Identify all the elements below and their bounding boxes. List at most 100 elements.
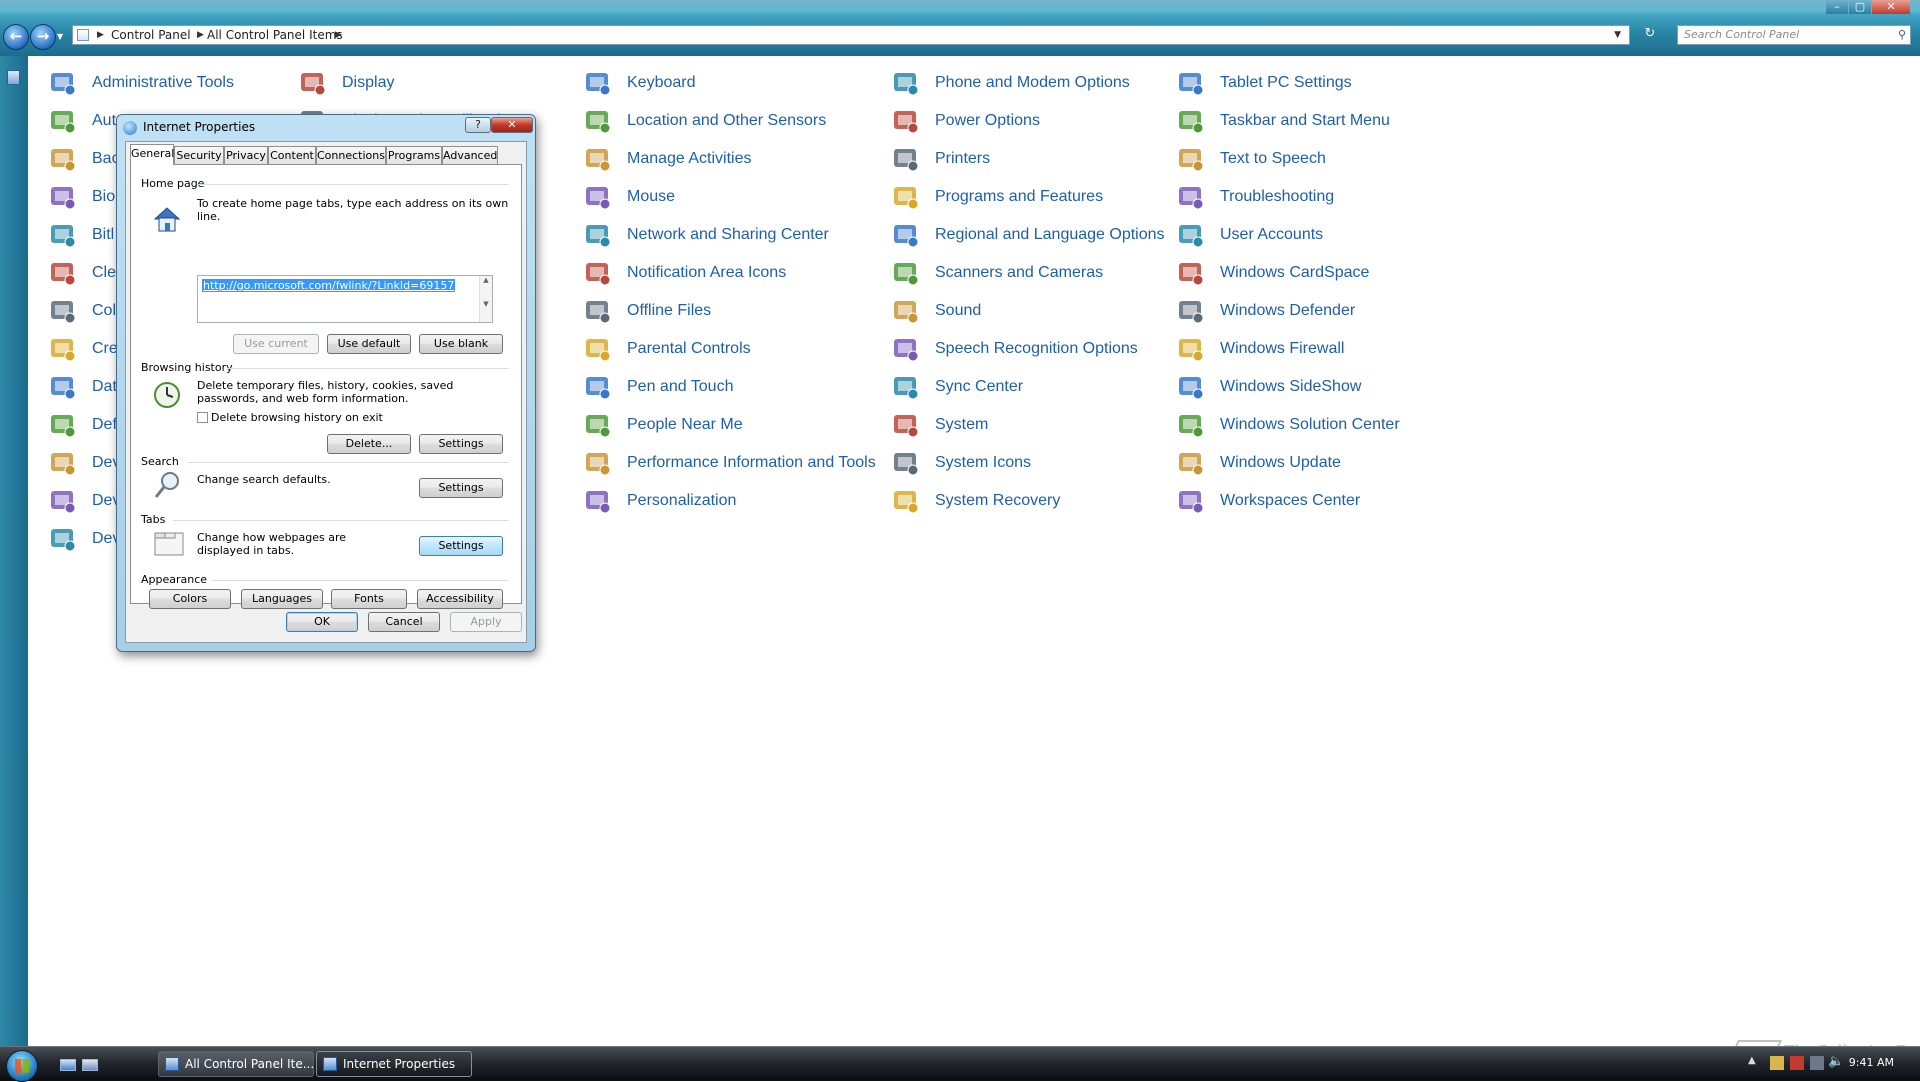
control-panel-item-label[interactable]: Manage Activities (627, 150, 752, 168)
back-button[interactable]: ← (3, 24, 29, 50)
refresh-icon[interactable]: ↻ (1639, 26, 1661, 44)
control-panel-item[interactable]: Programs and Features (891, 182, 1103, 212)
control-panel-item[interactable]: Phone and Modem Options (891, 68, 1130, 98)
control-panel-item-label[interactable]: Location and Other Sensors (627, 112, 826, 130)
control-panel-item-label[interactable]: Personalization (627, 492, 736, 510)
control-panel-item-label[interactable]: Def (92, 416, 117, 434)
control-panel-item-label[interactable]: Programs and Features (935, 188, 1103, 206)
control-panel-item-label[interactable]: Windows Defender (1220, 302, 1355, 320)
accessibility-button[interactable]: Accessibility (417, 589, 503, 609)
control-panel-item-label[interactable]: Notification Area Icons (627, 264, 786, 282)
breadcrumb-separator-icon[interactable]: ▶ (97, 26, 104, 44)
use-blank-button[interactable]: Use blank (419, 334, 503, 354)
url-scrollbar[interactable]: ▲ ▼ (479, 276, 492, 322)
control-panel-item-label[interactable]: People Near Me (627, 416, 743, 434)
breadcrumb-all-items[interactable]: All Control Panel Items (207, 26, 343, 44)
tab-content[interactable]: Content (268, 146, 316, 164)
tray-security-icon[interactable] (1790, 1056, 1804, 1070)
control-panel-item[interactable]: Troubleshooting (1176, 182, 1334, 212)
control-panel-item-label[interactable]: Troubleshooting (1220, 188, 1334, 206)
control-panel-item[interactable]: Def (48, 410, 117, 440)
control-panel-item[interactable]: People Near Me (583, 410, 743, 440)
breadcrumb-separator-icon[interactable]: ▶ (197, 26, 204, 44)
maximize-button[interactable]: ▢ (1849, 0, 1871, 14)
task-pane-icon[interactable] (7, 70, 20, 85)
tab-security[interactable]: Security (174, 146, 224, 164)
control-panel-item[interactable]: Parental Controls (583, 334, 751, 364)
address-dropdown-icon[interactable]: ▼ (1614, 26, 1621, 44)
control-panel-item-label[interactable]: Windows SideShow (1220, 378, 1361, 396)
control-panel-item-label[interactable]: Sound (935, 302, 981, 320)
control-panel-item[interactable]: Windows Update (1176, 448, 1341, 478)
scroll-down-icon[interactable]: ▼ (483, 300, 488, 308)
home-page-url-input[interactable]: http://go.microsoft.com/fwlink/?LinkId=6… (197, 275, 493, 323)
help-button[interactable]: ? (465, 117, 491, 133)
control-panel-item[interactable]: Regional and Language Options (891, 220, 1165, 250)
control-panel-item-label[interactable]: Power Options (935, 112, 1040, 130)
breadcrumb-separator-icon[interactable]: ▶ (335, 26, 342, 44)
control-panel-item[interactable]: Dev (48, 486, 120, 516)
control-panel-item-label[interactable]: Offline Files (627, 302, 711, 320)
control-panel-item-label[interactable]: Workspaces Center (1220, 492, 1360, 510)
colors-button[interactable]: Colors (149, 589, 231, 609)
control-panel-item-label[interactable]: Tablet PC Settings (1220, 74, 1352, 92)
control-panel-item[interactable]: Col (48, 296, 116, 326)
tab-advanced[interactable]: Advanced (442, 146, 498, 164)
control-panel-item-label[interactable]: Windows Firewall (1220, 340, 1344, 358)
control-panel-item[interactable]: Personalization (583, 486, 736, 516)
control-panel-item-label[interactable]: Cre (92, 340, 118, 358)
control-panel-item-label[interactable]: Scanners and Cameras (935, 264, 1103, 282)
show-desktop-icon[interactable] (60, 1059, 76, 1071)
search-icon[interactable]: ⚲ (1898, 26, 1906, 44)
control-panel-item[interactable]: Windows Solution Center (1176, 410, 1400, 440)
control-panel-item[interactable]: Speech Recognition Options (891, 334, 1138, 364)
control-panel-item-label[interactable]: System Recovery (935, 492, 1060, 510)
control-panel-item[interactable]: System Recovery (891, 486, 1060, 516)
control-panel-item[interactable]: Dev (48, 448, 120, 478)
fonts-button[interactable]: Fonts (331, 589, 407, 609)
control-panel-item[interactable]: Offline Files (583, 296, 711, 326)
breadcrumb-control-panel[interactable]: Control Panel (111, 26, 191, 44)
control-panel-item-label[interactable]: Col (92, 302, 116, 320)
control-panel-item[interactable]: Notification Area Icons (583, 258, 786, 288)
dialog-close-button[interactable]: ✕ (491, 117, 533, 133)
control-panel-item-label[interactable]: Dat (92, 378, 117, 396)
control-panel-item-label[interactable]: User Accounts (1220, 226, 1323, 244)
control-panel-item[interactable]: Sound (891, 296, 981, 326)
tab-general[interactable]: General (130, 144, 174, 165)
control-panel-item[interactable]: User Accounts (1176, 220, 1323, 250)
control-panel-item[interactable]: Taskbar and Start Menu (1176, 106, 1390, 136)
control-panel-item-label[interactable]: Bitl (92, 226, 114, 244)
control-panel-item[interactable]: Cre (48, 334, 118, 364)
control-panel-item-label[interactable]: Performance Information and Tools (627, 454, 876, 472)
control-panel-item-label[interactable]: Bio (92, 188, 115, 206)
control-panel-item[interactable]: Aut (48, 106, 116, 136)
control-panel-item-label[interactable]: Pen and Touch (627, 378, 733, 396)
control-panel-item[interactable]: Windows Firewall (1176, 334, 1344, 364)
search-input[interactable]: Search Control Panel ⚲ (1677, 25, 1911, 45)
tray-volume-icon[interactable]: 🔈 (1828, 1054, 1844, 1069)
control-panel-item[interactable]: Windows SideShow (1176, 372, 1361, 402)
control-panel-item[interactable]: Performance Information and Tools (583, 448, 876, 478)
tray-power-icon[interactable] (1810, 1056, 1824, 1070)
control-panel-item[interactable]: Keyboard (583, 68, 696, 98)
control-panel-item[interactable]: Workspaces Center (1176, 486, 1360, 516)
control-panel-item-label[interactable]: Cle (92, 264, 116, 282)
control-panel-item[interactable]: Sync Center (891, 372, 1023, 402)
tab-connections[interactable]: Connections (316, 146, 386, 164)
control-panel-item-label[interactable]: System Icons (935, 454, 1031, 472)
control-panel-item[interactable]: Cle (48, 258, 116, 288)
control-panel-item[interactable]: Printers (891, 144, 990, 174)
ok-button[interactable]: OK (286, 612, 358, 632)
control-panel-item-label[interactable]: System (935, 416, 988, 434)
control-panel-item-label[interactable]: Network and Sharing Center (627, 226, 829, 244)
tabs-settings-button[interactable]: Settings (419, 536, 503, 556)
control-panel-item-label[interactable]: Speech Recognition Options (935, 340, 1138, 358)
close-button[interactable]: ✕ (1872, 0, 1910, 14)
control-panel-item[interactable]: Manage Activities (583, 144, 752, 174)
control-panel-item-label[interactable]: Parental Controls (627, 340, 751, 358)
tab-programs[interactable]: Programs (386, 146, 442, 164)
taskbar-button-control-panel[interactable]: All Control Panel Ite... (158, 1051, 314, 1077)
control-panel-item[interactable]: Bitl (48, 220, 114, 250)
control-panel-item-label[interactable]: Administrative Tools (92, 74, 234, 92)
